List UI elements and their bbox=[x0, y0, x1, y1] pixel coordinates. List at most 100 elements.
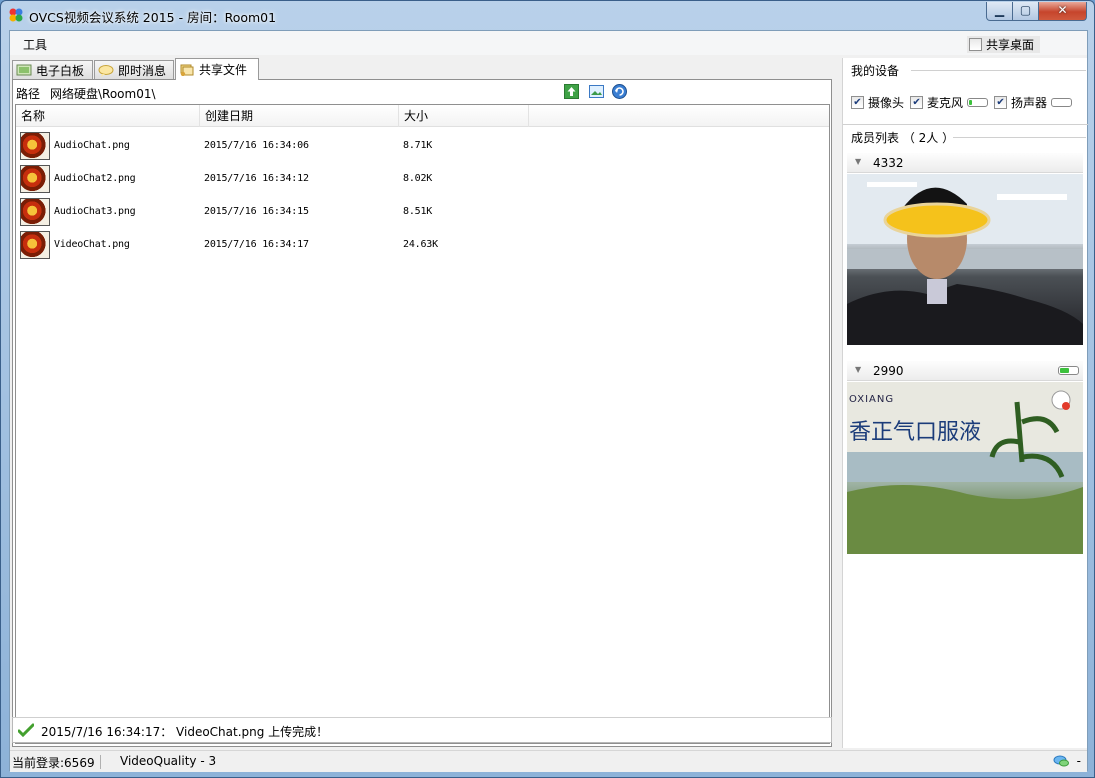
microphone-level-meter bbox=[967, 98, 989, 107]
video-frame bbox=[847, 382, 1083, 554]
app-logo-icon bbox=[9, 8, 23, 22]
maximize-button[interactable]: ▢ bbox=[1012, 2, 1039, 21]
status-separator bbox=[100, 755, 101, 769]
image-file-icon bbox=[20, 197, 50, 226]
file-date: 2015/7/16 16:34:12 bbox=[204, 173, 309, 184]
minimize-button[interactable]: ▁ bbox=[986, 2, 1013, 21]
check-icon bbox=[18, 723, 34, 737]
share-desktop-label: 共享桌面 bbox=[986, 38, 1035, 52]
menu-tools[interactable]: 工具 bbox=[23, 36, 47, 53]
messages-icon[interactable] bbox=[1053, 754, 1069, 768]
upload-status-message: 2015/7/16 16:34:17： VideoChat.png 上传完成！ bbox=[41, 725, 329, 739]
member-id: 4332 bbox=[873, 156, 904, 170]
members-heading: 成员列表 （ 2人 ） bbox=[851, 131, 955, 145]
file-date: 2015/7/16 16:34:15 bbox=[204, 206, 309, 217]
tab-instant-message[interactable]: 即时消息 bbox=[94, 60, 174, 79]
picture-icon[interactable] bbox=[589, 84, 604, 99]
image-file-icon bbox=[20, 230, 50, 259]
file-size: 8.02K bbox=[403, 173, 433, 184]
collapse-triangle-icon[interactable]: ▼ bbox=[855, 365, 861, 374]
file-name: AudioChat.png bbox=[54, 140, 130, 151]
tab-strip: 电子白板 即时消息 共享文件 bbox=[10, 58, 840, 80]
member-mic-level-meter bbox=[1058, 366, 1079, 375]
status-right: - bbox=[1053, 754, 1081, 768]
collapse-triangle-icon[interactable]: ▼ bbox=[855, 157, 861, 166]
table-row[interactable]: AudioChat.png 2015/7/16 16:34:06 8.71K bbox=[16, 129, 829, 162]
upload-status: 2015/7/16 16:34:17： VideoChat.png 上传完成！ bbox=[12, 717, 832, 743]
camera-toggle[interactable]: ✔ 摄像头 bbox=[851, 94, 904, 111]
upload-icon[interactable] bbox=[564, 84, 579, 99]
checkbox-icon[interactable]: ✔ bbox=[994, 96, 1008, 109]
level-fill bbox=[969, 100, 973, 105]
column-created-date[interactable]: 创建日期 bbox=[200, 105, 399, 127]
tab-whiteboard[interactable]: 电子白板 bbox=[12, 60, 93, 79]
title-bar[interactable]: OVCS视频会议系统 2015 - 房间：Room01 ▁ ▢ ✕ bbox=[1, 1, 1094, 29]
file-name: AudioChat2.png bbox=[54, 173, 136, 184]
tab-label: 共享文件 bbox=[199, 63, 248, 77]
file-date: 2015/7/16 16:34:06 bbox=[204, 140, 309, 151]
video-overlay-subtext: OXIANG bbox=[849, 394, 895, 405]
path-value: 网络硬盘\Room01\ bbox=[50, 87, 156, 101]
file-size: 8.71K bbox=[403, 140, 433, 151]
whiteboard-icon bbox=[16, 64, 32, 75]
path-label: 路径 bbox=[16, 87, 41, 101]
shared-files-icon bbox=[180, 64, 194, 76]
column-size[interactable]: 大小 bbox=[399, 105, 529, 127]
video-quality: VideoQuality - 3 bbox=[120, 754, 217, 768]
status-bar: 当前登录:6569 VideoQuality - 3 - bbox=[10, 750, 1087, 772]
table-row[interactable]: VideoChat.png 2015/7/16 16:34:17 24.63K bbox=[16, 228, 829, 261]
speaker-level-meter bbox=[1051, 98, 1073, 107]
shared-files-panel: 路径 网络硬盘\Room01\ 名称 创建日期 大小 AudioChat.png… bbox=[12, 79, 832, 747]
column-filler bbox=[529, 105, 829, 127]
camera-label: 摄像头 bbox=[868, 96, 905, 110]
current-login: 当前登录:6569 bbox=[12, 756, 95, 770]
tab-shared-files[interactable]: 共享文件 bbox=[175, 58, 259, 80]
app-window: OVCS视频会议系统 2015 - 房间：Room01 ▁ ▢ ✕ 工具 共享桌… bbox=[0, 0, 1095, 778]
window-title: OVCS视频会议系统 2015 - 房间：Room01 bbox=[29, 10, 277, 25]
devices-row: ✔ 摄像头 ✔ 麦克风 ✔ 扬声器 bbox=[851, 94, 1078, 111]
file-size: 24.63K bbox=[403, 239, 438, 250]
file-list: 名称 创建日期 大小 AudioChat.png 2015/7/16 16:34… bbox=[15, 104, 830, 744]
file-name: VideoChat.png bbox=[54, 239, 130, 250]
member-id: 2990 bbox=[873, 364, 904, 378]
level-fill bbox=[1060, 368, 1069, 373]
checkbox-icon[interactable]: ✔ bbox=[910, 96, 924, 109]
devices-heading: 我的设备 bbox=[851, 64, 900, 78]
speaker-label: 扬声器 bbox=[1011, 96, 1048, 110]
refresh-icon[interactable] bbox=[612, 84, 627, 99]
checkbox-icon[interactable]: ✔ bbox=[851, 96, 864, 109]
menu-bar: 工具 共享桌面 bbox=[10, 31, 1087, 55]
video-overlay-text: 香正气口服液 bbox=[849, 420, 982, 445]
column-name[interactable]: 名称 bbox=[16, 105, 200, 127]
privacy-blur-overlay bbox=[883, 202, 991, 238]
member-video-2990[interactable]: OXIANG 香正气口服液 bbox=[847, 382, 1083, 554]
share-desktop-checkbox[interactable]: 共享桌面 bbox=[967, 36, 1041, 53]
file-size: 8.51K bbox=[403, 206, 433, 217]
microphone-label: 麦克风 bbox=[927, 96, 964, 110]
tab-label: 电子白板 bbox=[36, 63, 85, 78]
member-header-4332[interactable]: ▼ 4332 bbox=[847, 153, 1083, 173]
right-panel: 我的设备 ✔ 摄像头 ✔ 麦克风 ✔ 扬声器 成员列表 （ 2人 ） ▼ 433… bbox=[842, 58, 1088, 748]
table-row[interactable]: AudioChat3.png 2015/7/16 16:34:15 8.51K bbox=[16, 195, 829, 228]
video-frame bbox=[847, 174, 1083, 345]
file-name: AudioChat3.png bbox=[54, 206, 136, 217]
speaker-toggle[interactable]: ✔ 扬声器 bbox=[994, 94, 1073, 111]
image-file-icon bbox=[20, 164, 50, 193]
member-video-4332[interactable] bbox=[847, 174, 1083, 345]
chat-icon bbox=[98, 64, 114, 77]
divider bbox=[953, 137, 1086, 138]
tab-label: 即时消息 bbox=[118, 63, 167, 78]
member-header-2990[interactable]: ▼ 2990 bbox=[847, 361, 1083, 381]
checkbox-icon[interactable] bbox=[969, 38, 982, 51]
status-right-text: - bbox=[1076, 754, 1081, 768]
image-file-icon bbox=[20, 131, 50, 160]
file-list-header: 名称 创建日期 大小 bbox=[16, 105, 829, 127]
file-date: 2015/7/16 16:34:17 bbox=[204, 239, 309, 250]
close-button[interactable]: ✕ bbox=[1038, 2, 1087, 21]
table-row[interactable]: AudioChat2.png 2015/7/16 16:34:12 8.02K bbox=[16, 162, 829, 195]
divider bbox=[843, 124, 1088, 125]
microphone-toggle[interactable]: ✔ 麦克风 bbox=[910, 94, 989, 111]
client-area: 工具 共享桌面 电子白板 即时消息 共享文件 路径 网络硬盘\Room01\ 名… bbox=[9, 30, 1088, 772]
divider bbox=[911, 70, 1086, 71]
path-bar: 路径 网络硬盘\Room01\ bbox=[13, 80, 831, 104]
